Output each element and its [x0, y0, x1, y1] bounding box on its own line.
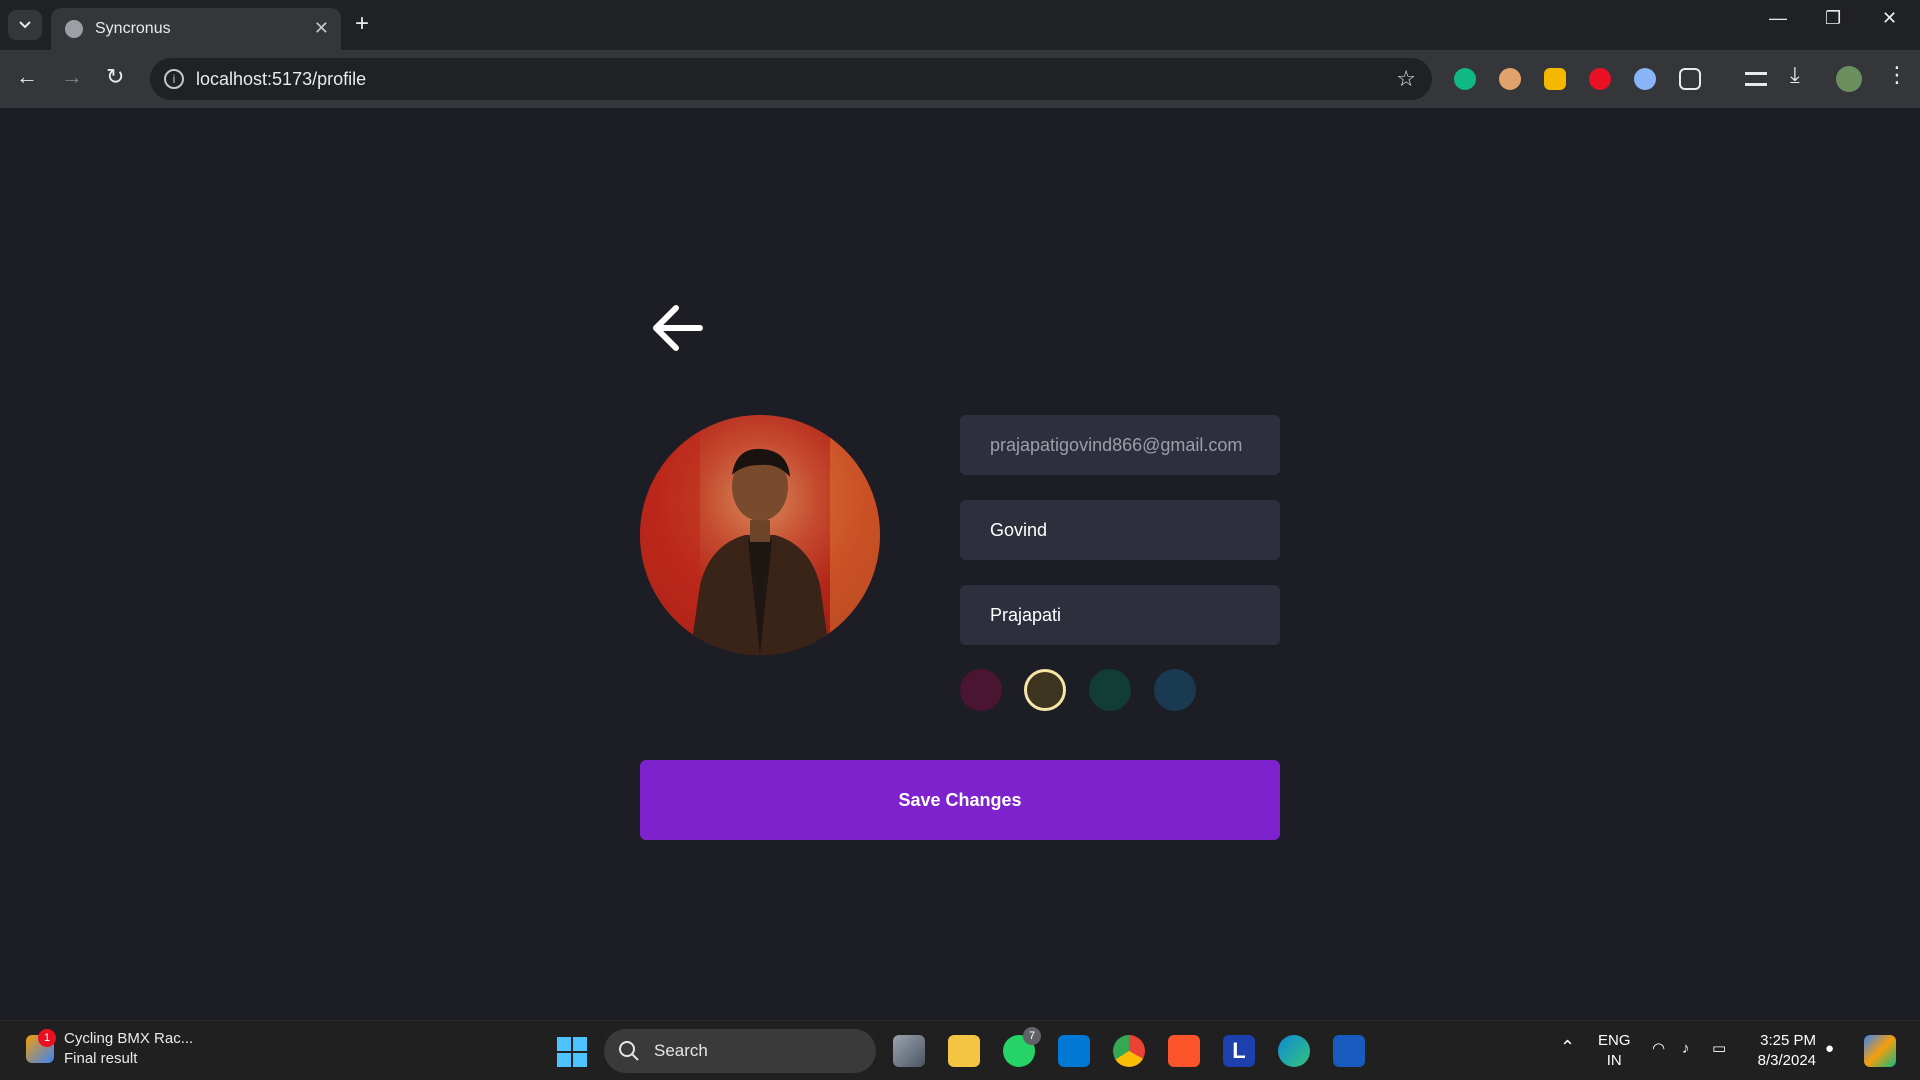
- person-photo: [640, 415, 880, 655]
- browser-toolbar: ← → ↻ i localhost:5173/profile ☆ ⤓ ⋮: [0, 50, 1920, 108]
- word-icon[interactable]: [1333, 1035, 1365, 1067]
- taskbar-search-box[interactable]: Search: [604, 1029, 876, 1073]
- color-swatch-option[interactable]: [1154, 669, 1196, 711]
- color-swatch-option[interactable]: [1024, 669, 1066, 711]
- edge-icon[interactable]: [1278, 1035, 1310, 1067]
- clock[interactable]: 3:25 PM 8/3/2024: [1752, 1031, 1816, 1071]
- browser-tab-strip: Syncronus ✕ + — ❐ ✕: [0, 0, 1920, 50]
- region-code: IN: [1606, 1052, 1622, 1069]
- search-icon: [619, 1041, 639, 1061]
- reload-icon[interactable]: ↻: [106, 64, 124, 90]
- notification-badge: 1: [38, 1029, 56, 1047]
- brave-icon[interactable]: [1168, 1035, 1200, 1067]
- extension-icon[interactable]: [1589, 68, 1611, 90]
- save-changes-button[interactable]: Save Changes: [640, 760, 1280, 840]
- extension-icon[interactable]: [1544, 68, 1566, 90]
- windows-start-button[interactable]: [557, 1037, 587, 1067]
- profile-avatar[interactable]: [1836, 66, 1862, 92]
- widget-subtitle: Final result: [64, 1050, 138, 1067]
- new-tab-button[interactable]: +: [355, 10, 369, 38]
- search-label: Search: [654, 1041, 708, 1060]
- extension-icon[interactable]: [1634, 68, 1656, 90]
- email-field: prajapatigovind866@gmail.com: [960, 415, 1280, 475]
- task-view-icon[interactable]: [893, 1035, 925, 1067]
- address-bar[interactable]: i localhost:5173/profile ☆: [150, 58, 1432, 100]
- windows-logo-icon: [557, 1037, 587, 1067]
- media-control-icon[interactable]: [1745, 72, 1767, 86]
- browser-tab[interactable]: Syncronus ✕: [51, 8, 341, 50]
- widget-news[interactable]: 1 Cycling BMX Rac... Final result: [26, 1029, 193, 1069]
- restore-icon[interactable]: ❐: [1825, 8, 1841, 29]
- tab-search-button[interactable]: [8, 10, 42, 40]
- tab-title: Syncronus: [95, 20, 171, 37]
- wifi-icon[interactable]: ◠: [1652, 1039, 1665, 1059]
- arrow-left-icon: [653, 305, 703, 351]
- whatsapp-icon[interactable]: 7: [1003, 1027, 1041, 1067]
- globe-icon: [65, 20, 83, 38]
- notification-bell-icon[interactable]: ●: [1825, 1039, 1834, 1059]
- vscode-icon[interactable]: [1058, 1035, 1090, 1067]
- chevron-down-icon: [19, 21, 31, 29]
- widget-title: Cycling BMX Rac...: [64, 1030, 194, 1047]
- minimize-icon[interactable]: —: [1769, 8, 1787, 29]
- first-name-field[interactable]: Govind: [960, 500, 1280, 560]
- url-text[interactable]: localhost:5173/profile: [196, 69, 366, 90]
- color-swatch-option[interactable]: [960, 669, 1002, 711]
- window-close-icon[interactable]: ✕: [1882, 8, 1897, 29]
- whatsapp-badge: 7: [1023, 1027, 1041, 1045]
- volume-icon[interactable]: ♪: [1682, 1039, 1690, 1059]
- puzzle-icon[interactable]: [1679, 68, 1701, 90]
- battery-icon[interactable]: ▭: [1712, 1039, 1726, 1059]
- last-name-field[interactable]: Prajapati: [960, 585, 1280, 645]
- chevron-up-icon[interactable]: ⌃: [1560, 1037, 1575, 1057]
- back-nav-icon[interactable]: ←: [16, 64, 38, 90]
- weather-widget-icon: 1: [26, 1029, 56, 1063]
- more-menu-icon[interactable]: ⋮: [1886, 62, 1908, 88]
- l-app-icon[interactable]: L: [1223, 1035, 1255, 1067]
- extension-icon[interactable]: [1454, 68, 1476, 90]
- copilot-icon[interactable]: [1864, 1035, 1896, 1067]
- extension-icon[interactable]: [1499, 68, 1521, 90]
- bookmark-star-icon[interactable]: ☆: [1396, 66, 1416, 92]
- clock-time: 3:25 PM: [1760, 1032, 1816, 1049]
- language-indicator[interactable]: ENG IN: [1598, 1031, 1631, 1071]
- language-code: ENG: [1598, 1032, 1631, 1049]
- file-explorer-icon[interactable]: [948, 1035, 980, 1067]
- tab-close-button[interactable]: ✕: [314, 18, 329, 39]
- forward-nav-icon[interactable]: →: [61, 64, 83, 90]
- windows-taskbar: 1 Cycling BMX Rac... Final result Search…: [0, 1020, 1920, 1080]
- back-button[interactable]: [648, 300, 706, 356]
- clock-date: 8/3/2024: [1757, 1052, 1816, 1069]
- site-info-icon[interactable]: i: [164, 69, 184, 89]
- color-swatch-option[interactable]: [1089, 669, 1131, 711]
- download-icon[interactable]: ⤓: [1790, 62, 1800, 88]
- chrome-icon[interactable]: [1113, 1035, 1145, 1067]
- profile-avatar-image[interactable]: [640, 415, 880, 655]
